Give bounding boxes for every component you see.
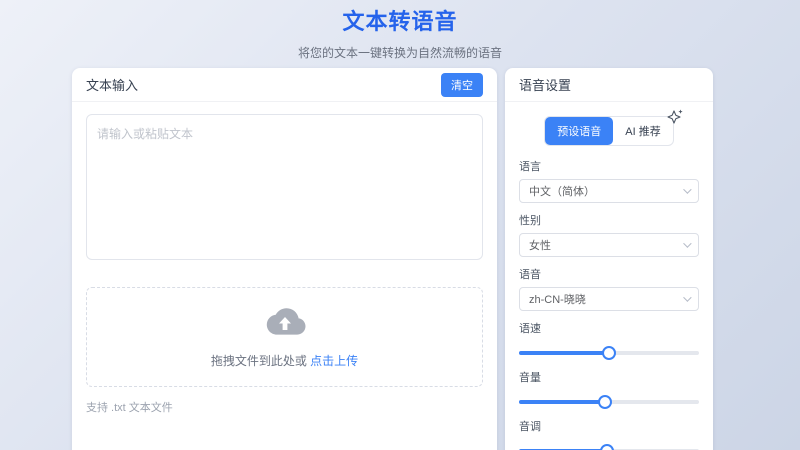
pitch-slider-thumb[interactable] xyxy=(600,444,615,450)
rate-slider[interactable] xyxy=(519,346,699,360)
voice-settings-card: 语音设置 预设语音 AI 推荐 语言 中文（简体） 性别 女性 语音 zh-CN… xyxy=(505,68,713,450)
upload-click-link[interactable]: 点击上传 xyxy=(310,354,358,368)
voice-mode-tabs: 预设语音 AI 推荐 xyxy=(519,109,699,146)
page-title: 文本转语音 xyxy=(342,9,458,34)
page-header: 文本转语音 将您的文本一键转换为自然流畅的语音 xyxy=(0,0,800,61)
chevron-down-icon xyxy=(683,239,692,248)
text-input-card-header: 文本输入 清空 xyxy=(72,68,497,102)
volume-slider[interactable] xyxy=(519,395,699,409)
cloud-upload-icon xyxy=(263,305,307,342)
gender-select[interactable]: 女性 xyxy=(519,233,699,257)
voice-settings-card-header: 语音设置 xyxy=(505,68,713,102)
tab-preset-voice[interactable]: 预设语音 xyxy=(545,117,614,145)
rate-slider-fill xyxy=(519,351,609,355)
volume-slider-fill xyxy=(519,400,606,404)
rate-label: 语速 xyxy=(519,323,541,335)
text-input-card: 文本输入 清空 拖拽文件到此处或 点击上传 支持 .txt 文本文件 xyxy=(72,68,497,450)
language-select[interactable]: 中文（简体） xyxy=(519,179,699,203)
rate-slider-thumb[interactable] xyxy=(602,346,616,360)
upload-drag-text: 拖拽文件到此处或 xyxy=(210,354,307,368)
chevron-down-icon xyxy=(683,293,692,302)
volume-label: 音量 xyxy=(519,372,541,384)
pitch-slider[interactable] xyxy=(519,444,699,450)
supported-files-note: 支持 .txt 文本文件 xyxy=(86,402,173,414)
volume-slider-thumb[interactable] xyxy=(598,395,613,409)
language-label: 语言 xyxy=(519,161,541,173)
clear-button[interactable]: 清空 xyxy=(441,72,483,97)
text-input-card-title: 文本输入 xyxy=(86,78,139,93)
text-input-textarea[interactable] xyxy=(86,114,483,260)
sparkle-icon xyxy=(665,107,685,127)
gender-label: 性别 xyxy=(519,215,541,227)
text-input-card-body: 拖拽文件到此处或 点击上传 支持 .txt 文本文件 xyxy=(72,102,497,427)
chevron-down-icon xyxy=(683,185,692,194)
voice-label: 语音 xyxy=(519,269,541,281)
voice-settings-card-title: 语音设置 xyxy=(519,78,572,93)
language-value: 中文（简体） xyxy=(529,186,595,198)
pitch-label: 音调 xyxy=(519,421,541,433)
upload-instruction: 拖拽文件到此处或 点击上传 xyxy=(211,352,358,369)
voice-value: zh-CN-晓晓 xyxy=(529,294,586,306)
gender-value: 女性 xyxy=(529,240,551,252)
voice-mode-tab-wrap: 预设语音 AI 推荐 xyxy=(544,109,683,146)
file-upload-dropzone[interactable]: 拖拽文件到此处或 点击上传 xyxy=(86,287,483,387)
voice-settings-card-body: 预设语音 AI 推荐 语言 中文（简体） 性别 女性 语音 zh-CN-晓晓 语… xyxy=(505,102,713,450)
page-subtitle: 将您的文本一键转换为自然流畅的语音 xyxy=(297,46,502,60)
voice-select[interactable]: zh-CN-晓晓 xyxy=(519,287,699,311)
